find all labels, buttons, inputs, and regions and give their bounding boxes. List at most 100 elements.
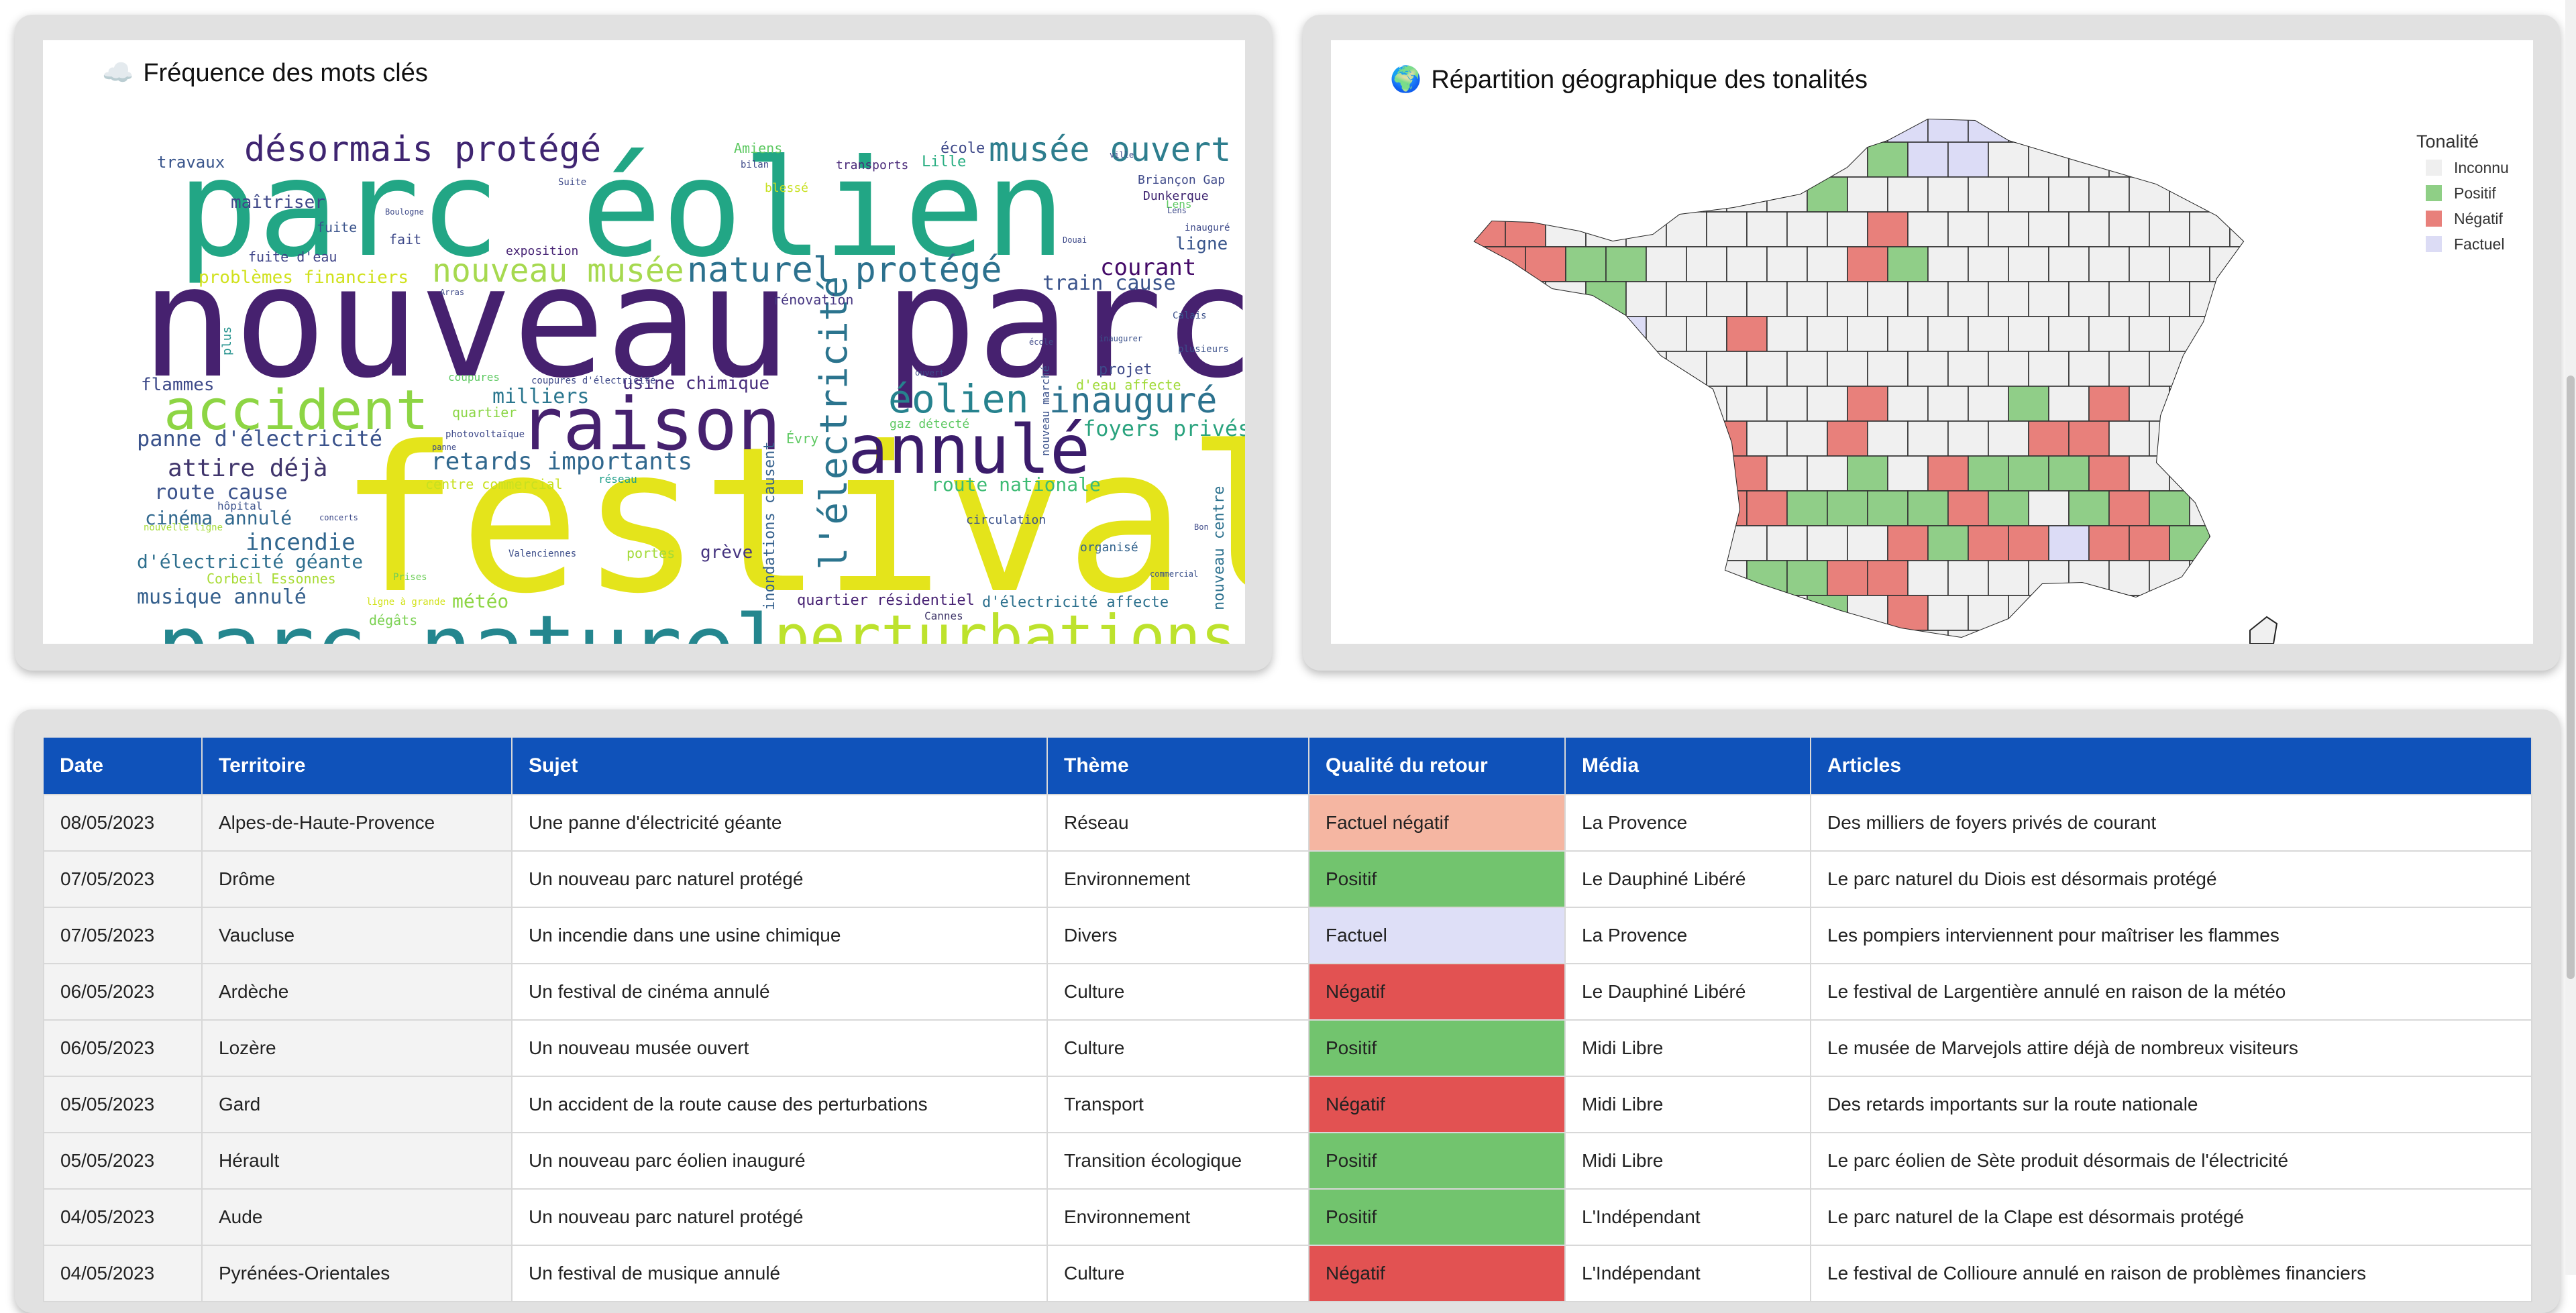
department-shape[interactable] (1988, 211, 2029, 247)
department-shape[interactable] (1766, 595, 1808, 631)
department-shape[interactable] (2189, 560, 2231, 596)
legend-label[interactable]: Factuel (2454, 235, 2504, 253)
department-shape[interactable] (1465, 351, 1506, 387)
department-shape[interactable] (1605, 107, 1647, 143)
department-shape[interactable] (2149, 281, 2190, 317)
department-shape[interactable] (1706, 211, 1748, 247)
department-shape[interactable] (1746, 141, 1788, 178)
department-shape[interactable] (1887, 455, 1929, 492)
department-shape[interactable] (1746, 351, 1788, 387)
department-shape[interactable] (1625, 490, 1667, 526)
department-shape[interactable] (1605, 525, 1647, 561)
department-shape[interactable] (2189, 211, 2231, 247)
department-shape[interactable] (1968, 525, 2009, 561)
department-shape[interactable] (2169, 595, 2210, 631)
department-shape[interactable] (1927, 107, 1969, 143)
department-shape[interactable] (2048, 595, 2090, 631)
department-shape[interactable] (1625, 560, 1667, 596)
department-shape[interactable] (1947, 351, 1989, 387)
column-header[interactable]: Thème (1047, 738, 1309, 795)
department-shape[interactable] (1485, 455, 1526, 492)
department-shape[interactable] (2169, 386, 2210, 422)
department-shape[interactable] (1927, 176, 1969, 213)
department-shape[interactable] (2250, 386, 2290, 421)
department-shape[interactable] (2149, 211, 2190, 247)
department-shape[interactable] (1485, 246, 1526, 282)
department-shape[interactable] (1465, 211, 1506, 247)
department-shape[interactable] (2229, 560, 2270, 596)
department-shape[interactable] (1968, 176, 2009, 213)
department-shape[interactable] (1545, 211, 1587, 247)
department-shape[interactable] (1625, 281, 1667, 317)
department-shape[interactable] (1525, 595, 1566, 631)
department-shape[interactable] (1505, 490, 1546, 526)
department-shape[interactable] (2048, 107, 2090, 143)
department-shape[interactable] (1827, 560, 1868, 596)
department-shape[interactable] (1706, 420, 1748, 457)
department-shape[interactable] (2048, 246, 2090, 282)
department-shape[interactable] (2048, 316, 2090, 352)
corsica-shape[interactable] (2249, 616, 2278, 644)
department-shape[interactable] (1766, 246, 1808, 282)
department-shape[interactable] (1847, 595, 1888, 631)
department-shape[interactable] (1465, 141, 1506, 178)
department-shape[interactable] (1686, 316, 1727, 352)
department-shape[interactable] (1947, 630, 1989, 644)
department-shape[interactable] (1706, 141, 1748, 178)
department-shape[interactable] (2108, 211, 2150, 247)
department-shape[interactable] (1867, 420, 1909, 457)
department-shape[interactable] (1847, 246, 1888, 282)
department-shape[interactable] (1907, 141, 1949, 178)
legend-swatch[interactable] (2426, 211, 2442, 227)
department-shape[interactable] (2108, 351, 2150, 387)
department-shape[interactable] (1766, 176, 1808, 213)
department-shape[interactable] (1666, 420, 1707, 457)
table-row[interactable]: 08/05/2023 Alpes-de-Haute-Provence Une pan… (43, 794, 2532, 852)
department-shape[interactable] (1666, 281, 1707, 317)
department-shape[interactable] (1525, 107, 1566, 143)
department-shape[interactable] (1766, 107, 1808, 143)
department-shape[interactable] (1988, 630, 2029, 644)
department-shape[interactable] (2068, 420, 2110, 457)
department-shape[interactable] (1766, 455, 1808, 492)
department-shape[interactable] (1988, 351, 2029, 387)
page-scrollbar[interactable] (2565, 0, 2576, 1275)
department-shape[interactable] (1605, 595, 1647, 631)
department-shape[interactable] (2189, 630, 2231, 644)
department-shape[interactable] (1545, 490, 1587, 526)
department-shape[interactable] (1666, 630, 1707, 644)
department-shape[interactable] (1927, 525, 1969, 561)
department-shape[interactable] (1887, 525, 1929, 561)
department-shape[interactable] (1927, 316, 1969, 352)
department-shape[interactable] (1887, 595, 1929, 631)
department-shape[interactable] (2149, 560, 2190, 596)
department-shape[interactable] (2229, 420, 2270, 457)
department-shape[interactable] (1907, 211, 1949, 247)
department-shape[interactable] (2028, 351, 2070, 387)
department-shape[interactable] (1907, 351, 1949, 387)
department-shape[interactable] (1605, 246, 1647, 282)
department-shape[interactable] (1746, 420, 1788, 457)
department-shape[interactable] (1786, 281, 1828, 317)
department-shape[interactable] (1968, 386, 2009, 422)
department-shape[interactable] (1505, 560, 1546, 596)
department-shape[interactable] (1706, 351, 1748, 387)
column-header[interactable]: Articles (1811, 738, 2532, 795)
department-shape[interactable] (1807, 386, 1848, 422)
department-shape[interactable] (2068, 281, 2110, 317)
department-shape[interactable] (2169, 525, 2210, 561)
department-shape[interactable] (2048, 455, 2090, 492)
department-shape[interactable] (2209, 455, 2250, 492)
department-shape[interactable] (2209, 386, 2250, 422)
department-shape[interactable] (2149, 630, 2190, 644)
table-row[interactable]: 06/05/2023 Ardèche Un festival de cinéma a… (43, 963, 2532, 1021)
department-shape[interactable] (1867, 211, 1909, 247)
department-shape[interactable] (2149, 420, 2190, 457)
department-shape[interactable] (1847, 316, 1888, 352)
department-shape[interactable] (1867, 490, 1909, 526)
department-shape[interactable] (1505, 630, 1546, 644)
department-shape[interactable] (2189, 351, 2231, 387)
department-shape[interactable] (1947, 211, 1989, 247)
department-shape[interactable] (1927, 595, 1969, 631)
department-shape[interactable] (2229, 281, 2270, 317)
